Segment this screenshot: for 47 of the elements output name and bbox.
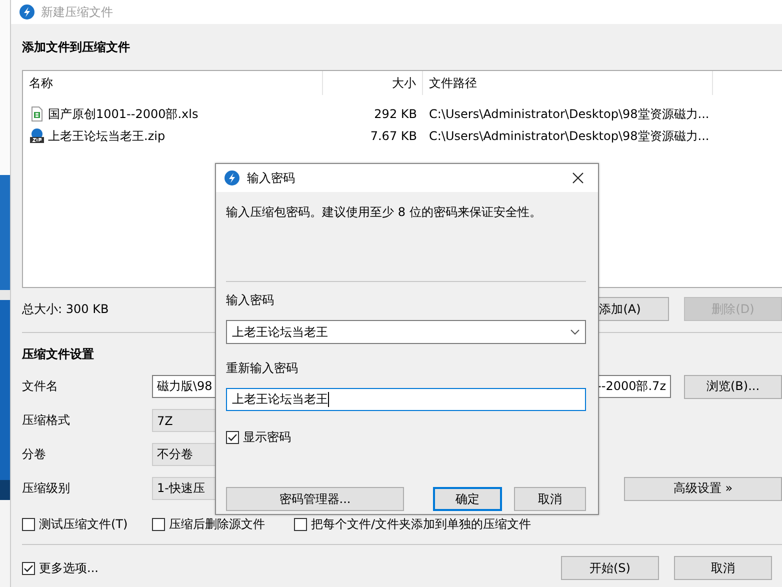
file-name: 上老王论坛当老王.zip (48, 128, 166, 144)
checkbox[interactable] (22, 562, 35, 574)
field-label: 输入密码 (226, 292, 275, 308)
field-label: 重新输入密码 (226, 360, 299, 376)
footer-button[interactable]: 开始(S) (561, 556, 659, 580)
app-icon (224, 170, 240, 186)
table-cell-text: C:\Users\Administrator\Desktop\98堂资源磁力... (428, 106, 710, 122)
checkbox[interactable] (152, 518, 165, 530)
checkbox-label: 压缩后删除源文件 (169, 516, 265, 532)
table-cell-text: 292 KB (373, 107, 418, 121)
dialog-button[interactable]: 取消 (514, 487, 586, 511)
footer-button[interactable]: 取消 (674, 556, 772, 580)
checkbox[interactable] (226, 431, 239, 444)
table-cell-text: C:\Users\Administrator\Desktop\98堂资源磁力... (428, 128, 710, 144)
password-field[interactable]: 上老王论坛当老王 (226, 320, 586, 344)
window-title: 新建压缩文件 (41, 4, 113, 20)
browse-button[interactable]: 浏览(B)... (684, 374, 782, 398)
field-label: 压缩级别 (22, 480, 71, 497)
checkbox[interactable] (294, 518, 307, 530)
spreadsheet-file-icon (29, 106, 45, 122)
dialog-description: 输入压缩包密码。建议使用至少 8 位的密码来保证安全性。 (226, 204, 542, 220)
checkbox-label: 显示密码 (243, 429, 291, 446)
zip-file-icon (29, 128, 45, 144)
dialog-button[interactable]: 确定 (433, 487, 502, 511)
confirm-password-field[interactable]: 上老王论坛当老王 (226, 388, 586, 411)
field-label: 分卷 (22, 446, 47, 463)
column-header[interactable]: 名称 (23, 71, 323, 95)
section-heading: 压缩文件设置 (22, 346, 94, 363)
total-size: 总大小: 300 KB (22, 300, 109, 318)
file-name: 国产原创1001--2000部.xls (48, 106, 198, 122)
column-header[interactable]: 大小 (323, 71, 423, 95)
checkbox-label: 更多选项... (39, 560, 98, 576)
field-label: 压缩格式 (22, 412, 71, 429)
file-name-cell[interactable]: 上老王论坛当老王.zip (23, 128, 323, 144)
checkbox-label: 把每个文件/文件夹添加到单独的压缩文件 (311, 516, 532, 532)
dialog-title: 输入密码 (247, 170, 295, 186)
checkbox-label: 测试压缩文件(T) (39, 516, 128, 532)
app-icon (19, 4, 35, 20)
field-label: 文件名 (22, 378, 59, 395)
table-cell-text: 7.67 KB (369, 129, 418, 143)
checkbox[interactable] (22, 518, 35, 530)
dialog-button[interactable]: 密码管理器... (226, 487, 404, 511)
column-header[interactable]: 文件路径 (423, 71, 713, 95)
file-name-cell[interactable]: 国产原创1001--2000部.xls (23, 106, 323, 122)
chevron-down-icon[interactable] (570, 329, 580, 335)
section-heading: 添加文件到压缩文件 (22, 39, 131, 56)
advanced-settings-button[interactable]: 高级设置 » (624, 476, 782, 500)
